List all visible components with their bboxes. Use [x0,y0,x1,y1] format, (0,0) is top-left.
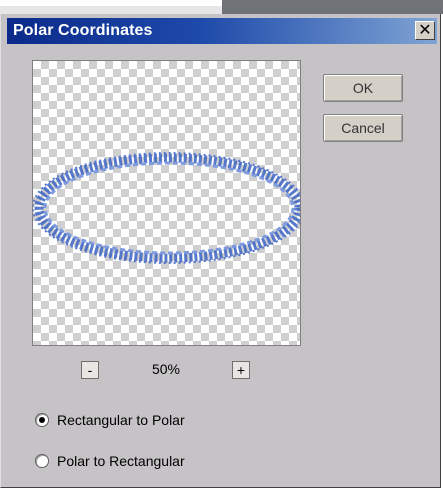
zoom-level: 50% [151,361,181,377]
background-strip-light [0,6,222,14]
radio-label: Polar to Rectangular [57,453,185,469]
background-strip [0,0,443,14]
radio-label: Rectangular to Polar [57,412,185,428]
radio-rectangular-to-polar[interactable] [35,413,49,427]
option-rectangular-to-polar[interactable]: Rectangular to Polar [35,412,185,428]
close-button[interactable]: ✕ [415,21,435,40]
background-strip-dark [222,0,443,14]
polar-coordinates-dialog: Polar Coordinates ✕ OK Cancel - 50% + Re… [0,14,441,488]
radio-polar-to-rectangular[interactable] [35,454,49,468]
option-polar-to-rectangular[interactable]: Polar to Rectangular [35,453,185,469]
zoom-in-button[interactable]: + [232,361,250,379]
dialog-title: Polar Coordinates [13,22,153,39]
zoom-out-button[interactable]: - [81,361,99,379]
close-icon: ✕ [418,21,432,39]
cancel-button[interactable]: Cancel [323,114,403,142]
polar-preview-graphic [33,152,300,264]
title-bar[interactable]: Polar Coordinates ✕ [7,18,437,44]
preview-area[interactable] [32,60,301,346]
radio-selected-dot [39,417,45,423]
ok-button[interactable]: OK [323,74,403,102]
